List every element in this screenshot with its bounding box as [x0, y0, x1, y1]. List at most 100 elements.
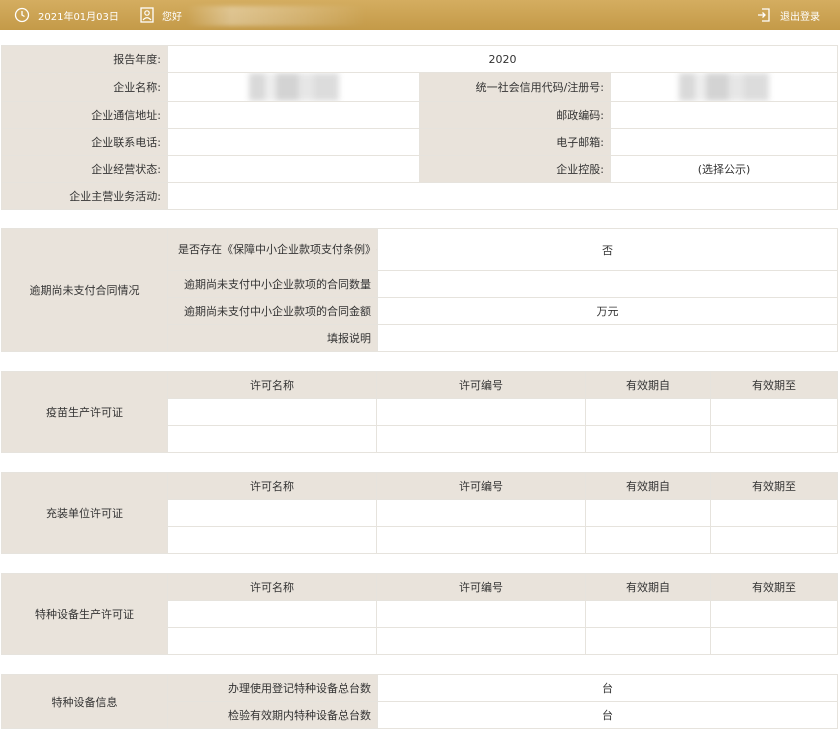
logout-label[interactable]: 退出登录 — [780, 8, 820, 23]
company-name-label: 企业名称: — [1, 72, 168, 102]
top-bar: 2021年01月03日 您好 退出登录 — [0, 0, 840, 30]
table-cell — [167, 499, 377, 527]
phone-label: 企业联系电话: — [1, 128, 168, 156]
table-cell — [710, 526, 838, 554]
email-label: 电子邮箱: — [419, 128, 611, 156]
table-cell — [585, 600, 711, 628]
table-row: 企业名称: 统一社会信用代码/注册号: — [1, 72, 839, 102]
overdue-answer-1: 否 — [377, 228, 838, 271]
table-cell — [167, 425, 377, 453]
column-header-valid-to: 有效期至 — [710, 371, 838, 399]
table-row: 企业经营状态: 企业控股: (选择公示) — [1, 155, 839, 183]
overdue-table: 逾期尚未支付合同情况 是否存在《保障中小企业款项支付条例》(国务院令第728号）… — [1, 228, 838, 352]
column-header-valid-from: 有效期自 — [585, 472, 711, 500]
table-cell — [376, 627, 586, 655]
table-row: 特种设备信息 办理使用登记特种设备总台数 台 — [1, 674, 838, 729]
email-value — [609, 128, 839, 156]
table-cell — [710, 425, 838, 453]
business-label: 企业主营业务活动: — [1, 182, 168, 210]
column-header-valid-from: 有效期自 — [585, 371, 711, 399]
column-header-license-number: 许可编号 — [376, 472, 586, 500]
table-row: 企业主营业务活动: — [1, 182, 839, 210]
greeting-text: 您好 — [162, 11, 182, 23]
table-cell — [710, 398, 838, 426]
registered-equipment-label: 办理使用登记特种设备总台数 — [167, 674, 378, 702]
column-header-license-name: 许可名称 — [167, 371, 377, 399]
column-header-license-name: 许可名称 — [167, 573, 377, 601]
logout-icon — [758, 8, 770, 22]
clock-icon — [14, 7, 30, 23]
table-cell — [585, 627, 711, 655]
postcode-value — [609, 101, 839, 129]
redacted-company-name — [248, 73, 339, 101]
table-row: 逾期尚未支付合同情况 是否存在《保障中小企业款项支付条例》(国务院令第728号）… — [1, 228, 838, 352]
address-value — [167, 101, 420, 129]
column-header-license-name: 许可名称 — [167, 472, 377, 500]
inspected-equipment-label: 检验有效期内特种设备总台数 — [167, 701, 378, 729]
user-badge-icon — [140, 7, 154, 23]
overdue-answer-3: 万元 — [377, 297, 838, 325]
credit-code-label: 统一社会信用代码/注册号: — [419, 72, 611, 102]
special-prod-section-title: 特种设备生产许可证 — [1, 573, 168, 655]
table-cell — [710, 627, 838, 655]
table-cell — [585, 499, 711, 527]
company-name-value — [167, 72, 420, 102]
table-cell — [585, 425, 711, 453]
status-label: 企业经营状态: — [1, 155, 168, 183]
column-header-license-number: 许可编号 — [376, 573, 586, 601]
year-value: 2020 — [166, 45, 839, 73]
table-cell — [376, 600, 586, 628]
special-info-section-title: 特种设备信息 — [1, 674, 168, 729]
table-row: 充装单位许可证 许可名称 许可编号 有效期自 有效期至 — [1, 472, 838, 554]
registered-equipment-value: 台 — [377, 674, 838, 702]
user-display: 您好 — [140, 0, 182, 30]
holding-value: (选择公示) — [609, 155, 839, 183]
vaccine-license-table: 疫苗生产许可证 许可名称 许可编号 有效期自 有效期至 — [1, 371, 838, 453]
status-value — [167, 155, 420, 183]
table-cell — [376, 425, 586, 453]
table-cell — [710, 600, 838, 628]
column-header-valid-to: 有效期至 — [710, 573, 838, 601]
table-row: 报告年度: 2020 — [1, 45, 839, 73]
filling-section-title: 充装单位许可证 — [1, 472, 168, 554]
holding-label: 企业控股: — [419, 155, 611, 183]
table-row: 疫苗生产许可证 许可名称 许可编号 有效期自 有效期至 — [1, 371, 838, 453]
basic-info-table: 报告年度: 2020 企业名称: 统一社会信用代码/注册号: 企业通信地址: 邮… — [1, 45, 839, 210]
username-redacted — [186, 6, 366, 26]
overdue-question-3: 逾期尚未支付中小企业款项的合同金额 — [167, 297, 378, 325]
filling-license-table: 充装单位许可证 许可名称 许可编号 有效期自 有效期至 — [1, 472, 838, 554]
year-label: 报告年度: — [1, 45, 168, 73]
postcode-label: 邮政编码: — [419, 101, 611, 129]
table-row: 特种设备生产许可证 许可名称 许可编号 有效期自 有效期至 — [1, 573, 838, 655]
vaccine-section-title: 疫苗生产许可证 — [1, 371, 168, 453]
current-date: 2021年01月03日 — [38, 11, 119, 23]
overdue-section-title: 逾期尚未支付合同情况 — [1, 228, 168, 352]
table-cell — [167, 627, 377, 655]
business-value — [166, 182, 839, 210]
overdue-question-2: 逾期尚未支付中小企业款项的合同数量 — [167, 270, 378, 298]
column-header-valid-to: 有效期至 — [710, 472, 838, 500]
overdue-question-1: 是否存在《保障中小企业款项支付条例》(国务院令第728号）规定的逾期尚未支付中小… — [167, 228, 378, 271]
column-header-valid-from: 有效期自 — [585, 573, 711, 601]
table-row: 企业通信地址: 邮政编码: — [1, 101, 839, 129]
table-cell — [376, 526, 586, 554]
inspected-equipment-value: 台 — [377, 701, 838, 729]
overdue-answer-2 — [377, 270, 838, 298]
overdue-question-4: 填报说明 — [167, 324, 378, 352]
table-cell — [585, 526, 711, 554]
table-cell — [167, 526, 377, 554]
phone-value — [167, 128, 420, 156]
redacted-credit-code — [679, 73, 770, 101]
table-row: 企业联系电话: 电子邮箱: — [1, 128, 839, 156]
overdue-answer-4 — [377, 324, 838, 352]
column-header-license-number: 许可编号 — [376, 371, 586, 399]
logout-button[interactable]: 退出登录 — [756, 0, 820, 30]
table-cell — [376, 499, 586, 527]
credit-code-value — [609, 72, 839, 102]
table-cell — [167, 398, 377, 426]
date-display: 2021年01月03日 — [14, 0, 119, 30]
table-cell — [710, 499, 838, 527]
table-cell — [167, 600, 377, 628]
special-equipment-license-table: 特种设备生产许可证 许可名称 许可编号 有效期自 有效期至 — [1, 573, 838, 655]
table-cell — [585, 398, 711, 426]
